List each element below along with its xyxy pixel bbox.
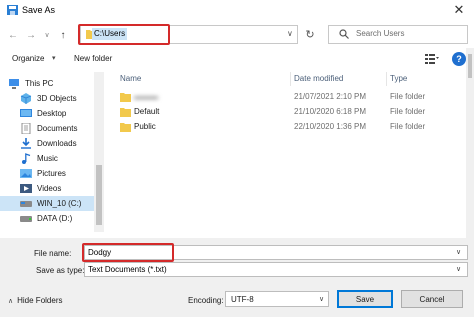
- back-button[interactable]: ←: [6, 28, 20, 42]
- chevron-down-icon: ∨: [44, 32, 50, 39]
- nav-item-win10-drive[interactable]: WIN_10 (C:): [0, 196, 94, 211]
- hide-folders-button[interactable]: ∧ Hide Folders: [8, 296, 62, 305]
- computer-icon: [9, 79, 19, 89]
- nav-item-label: Downloads: [37, 139, 77, 148]
- file-name-highlight-box: [82, 243, 174, 262]
- refresh-icon: ↻: [305, 29, 315, 41]
- cube-icon: [20, 93, 32, 104]
- file-list-scrollbar-thumb[interactable]: [468, 54, 472, 78]
- forward-button[interactable]: →: [24, 28, 38, 42]
- drive-icon: [20, 216, 32, 222]
- caret-down-icon[interactable]: ▾: [52, 54, 56, 62]
- nav-item-documents[interactable]: Documents: [0, 121, 94, 136]
- nav-item-label: WIN_10 (C:): [37, 199, 82, 208]
- organize-button[interactable]: Organize: [12, 54, 44, 63]
- nav-item-label: Videos: [37, 184, 62, 193]
- nav-scrollbar-thumb[interactable]: [96, 165, 102, 225]
- nav-item-label: Desktop: [37, 109, 67, 118]
- drive-icon: [20, 201, 32, 207]
- nav-item-pictures[interactable]: Pictures: [0, 166, 94, 181]
- arrow-right-icon: →: [26, 29, 36, 41]
- chevron-up-icon: ∧: [8, 297, 14, 305]
- view-options-button[interactable]: [420, 52, 444, 66]
- cancel-button[interactable]: Cancel: [401, 290, 463, 308]
- music-icon: [22, 153, 31, 164]
- cancel-button-label: Cancel: [419, 294, 445, 304]
- video-icon: [20, 184, 32, 193]
- file-list-header: [108, 72, 466, 86]
- nav-item-data-drive[interactable]: DATA (D:): [0, 211, 94, 226]
- save-button-label: Save: [355, 294, 375, 304]
- file-type: File folder: [390, 122, 426, 131]
- save-button[interactable]: Save: [337, 290, 393, 308]
- nav-item-this-pc[interactable]: This PC: [0, 76, 94, 91]
- nav-item-label: Pictures: [37, 169, 66, 178]
- folder-icon: [120, 93, 131, 102]
- navigation-pane: This PC 3D Objects Desktop Documents Dow…: [0, 72, 104, 232]
- picture-icon: [20, 169, 32, 178]
- folder-icon: [120, 123, 131, 132]
- window-title: Save As: [22, 5, 56, 15]
- document-icon: [21, 123, 31, 134]
- chevron-down-icon[interactable]: ∨: [456, 248, 461, 256]
- file-name-label: File name:: [34, 249, 72, 258]
- chevron-down-icon[interactable]: ∨: [287, 29, 293, 38]
- up-button[interactable]: ↑: [56, 28, 70, 42]
- hide-folders-label: Hide Folders: [17, 296, 63, 305]
- save-as-type-value[interactable]: Text Documents (*.txt): [88, 265, 167, 274]
- column-divider[interactable]: [290, 72, 291, 86]
- help-button[interactable]: ?: [452, 52, 466, 66]
- close-button[interactable]: ✕: [446, 1, 472, 19]
- file-date: 21/07/2021 2:10 PM: [294, 92, 367, 101]
- new-folder-button[interactable]: New folder: [74, 54, 112, 63]
- nav-item-label: Documents: [37, 124, 78, 133]
- download-icon: [21, 138, 31, 149]
- nav-item-label: 3D Objects: [37, 94, 77, 103]
- close-icon: ✕: [453, 2, 465, 17]
- chevron-down-icon[interactable]: ∨: [456, 265, 461, 273]
- arrow-left-icon: ←: [8, 29, 18, 41]
- column-header-name[interactable]: Name: [120, 74, 141, 83]
- file-date: 22/10/2020 1:36 PM: [294, 122, 367, 131]
- column-divider[interactable]: [386, 72, 387, 86]
- chevron-down-icon[interactable]: ∨: [319, 295, 324, 303]
- file-type: File folder: [390, 107, 426, 116]
- nav-item-music[interactable]: Music: [0, 151, 94, 166]
- save-as-app-icon: [7, 5, 18, 15]
- title-bar: [0, 0, 474, 20]
- folder-icon: [120, 108, 131, 117]
- column-header-type[interactable]: Type: [390, 74, 407, 83]
- nav-item-label: Music: [37, 154, 58, 163]
- encoding-label: Encoding:: [188, 296, 224, 305]
- nav-item-3d-objects[interactable]: 3D Objects: [0, 91, 94, 106]
- address-highlight-box: [78, 24, 170, 45]
- file-type: File folder: [390, 92, 426, 101]
- nav-item-desktop[interactable]: Desktop: [0, 106, 94, 121]
- arrow-up-icon: ↑: [60, 29, 66, 41]
- encoding-value[interactable]: UTF-8: [231, 295, 254, 304]
- search-icon: [339, 29, 349, 39]
- file-row[interactable]: Default 21/10/2020 6:18 PM File folder: [108, 105, 466, 119]
- search-placeholder: Search Users: [356, 29, 405, 38]
- file-name: Default: [134, 107, 160, 116]
- file-row[interactable]: Public 22/10/2020 1:36 PM File folder: [108, 120, 466, 134]
- nav-item-downloads[interactable]: Downloads: [0, 136, 94, 151]
- nav-item-label: DATA (D:): [37, 214, 73, 223]
- desktop-icon: [20, 109, 32, 117]
- recent-locations-button[interactable]: ∨: [40, 28, 54, 42]
- nav-item-label: This PC: [25, 79, 54, 88]
- help-icon: ?: [456, 54, 462, 64]
- save-as-type-label: Save as type:: [36, 266, 85, 275]
- nav-item-videos[interactable]: Videos: [0, 181, 94, 196]
- file-row[interactable]: ▬▬▬ 21/07/2021 2:10 PM File folder: [108, 90, 466, 104]
- file-name: Public: [134, 122, 156, 131]
- file-date: 21/10/2020 6:18 PM: [294, 107, 367, 116]
- file-name-redacted: ▬▬▬: [134, 92, 158, 101]
- refresh-button[interactable]: ↻: [300, 25, 320, 44]
- column-header-date[interactable]: Date modified: [294, 74, 343, 83]
- view-list-icon: [425, 54, 439, 64]
